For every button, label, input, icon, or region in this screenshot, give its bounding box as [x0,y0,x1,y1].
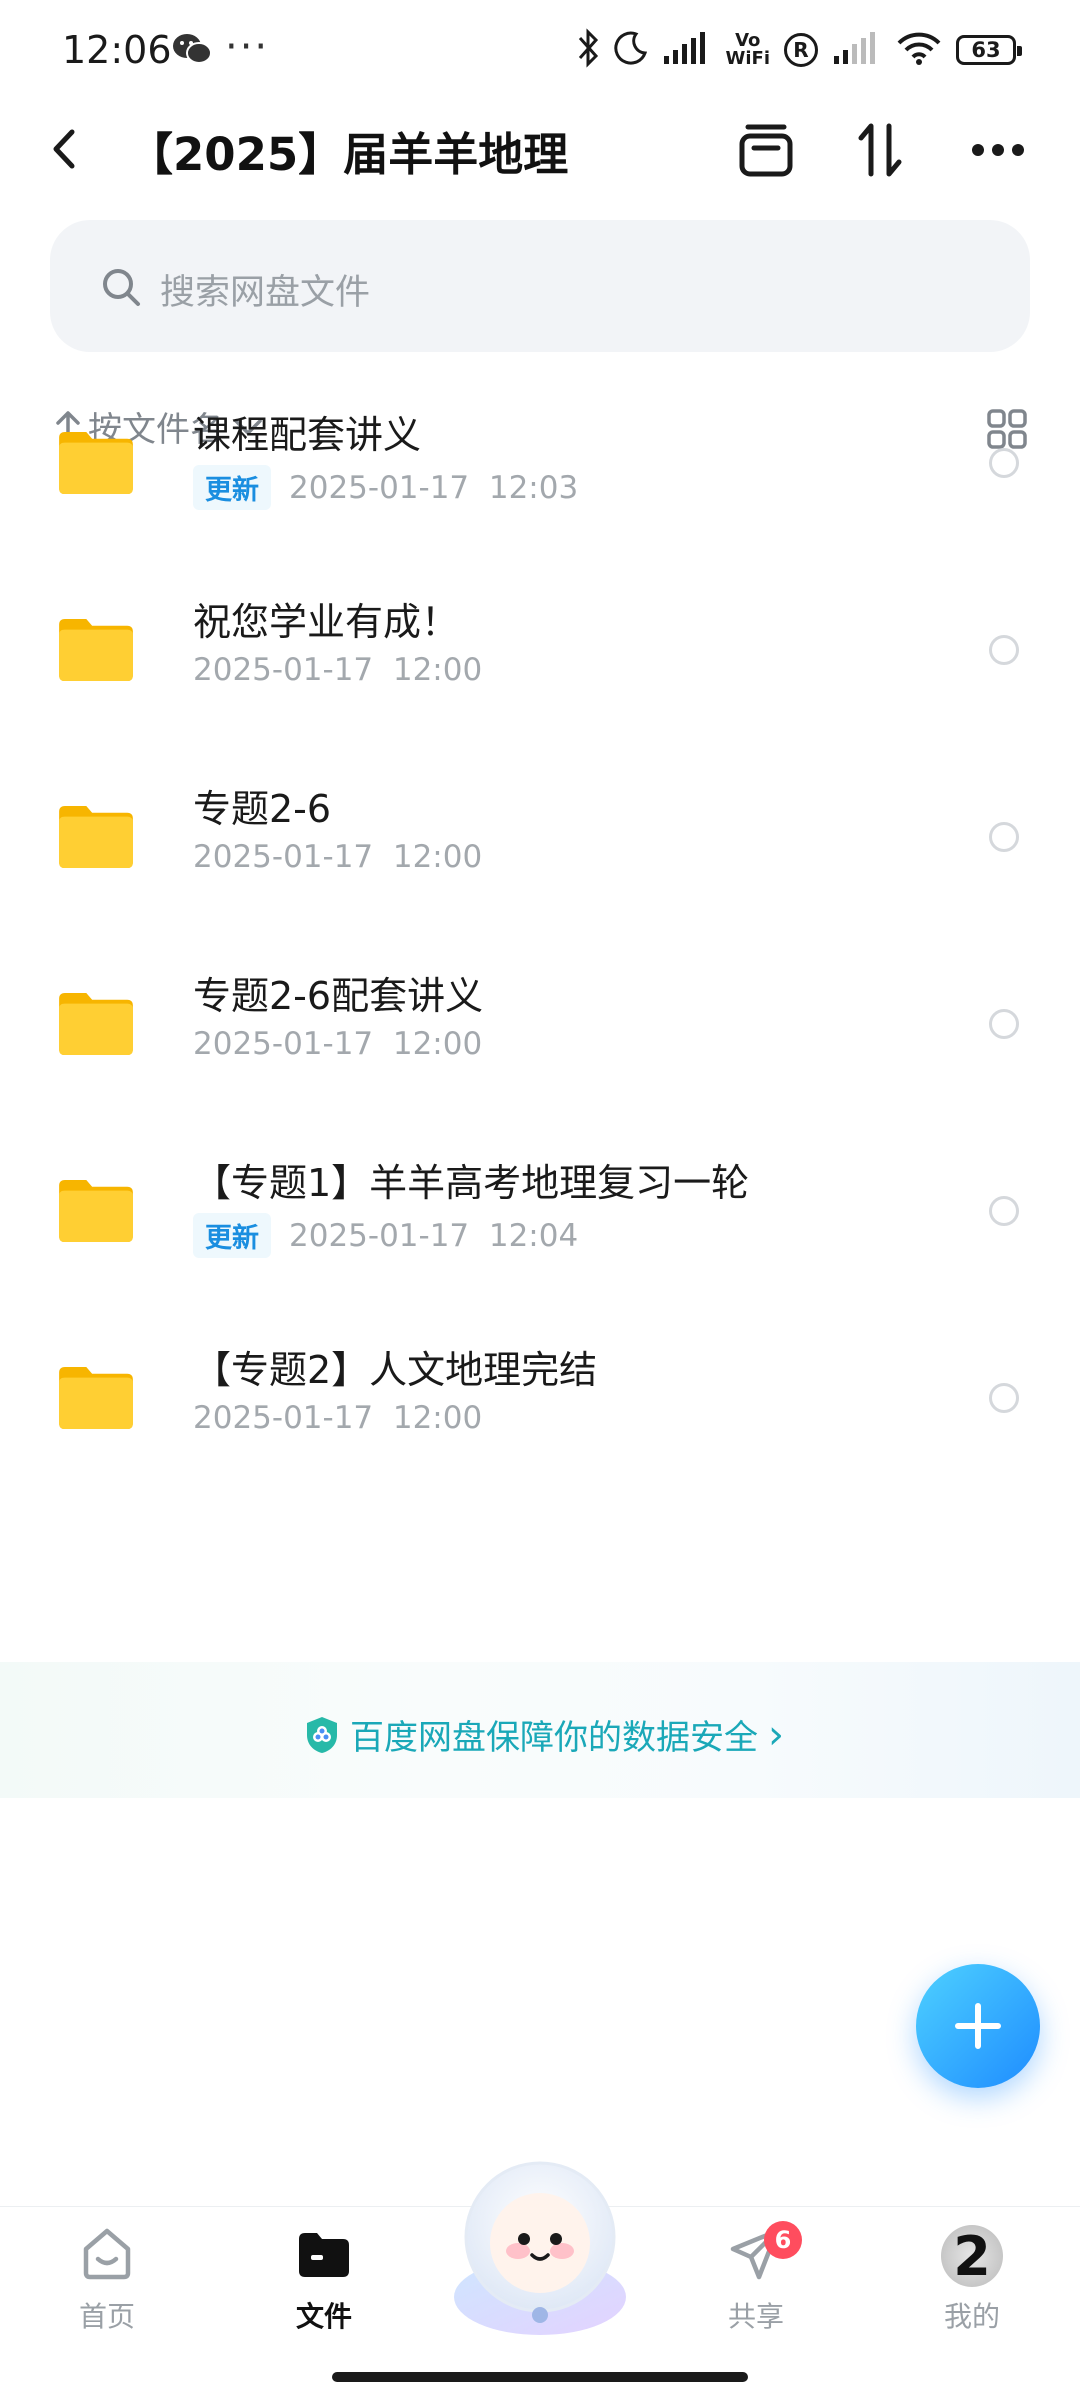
file-meta: 更新 2025-01-17 12:04 [193,1213,578,1258]
file-meta: 更新 2025-01-17 12:03 [193,465,578,510]
file-name: 课程配套讲义 [193,413,422,457]
nav-label-home: 首页 [78,2300,135,2333]
folder-icon [59,1366,133,1430]
file-date: 2025-01-17 12:00 [193,839,483,875]
file-row[interactable]: 【专题1】羊羊高考地理复习一轮 更新 2025-01-17 12:04 [0,1118,1080,1304]
more-icon[interactable] [966,118,1030,182]
security-banner-text: 百度网盘保障你的数据安全 [350,1718,758,1758]
shield-icon [307,1716,337,1753]
search-icon [100,266,142,312]
file-name: 【专题2】人文地理完结 [193,1348,598,1392]
search-placeholder: 搜索网盘文件 [160,273,371,313]
file-meta: 2025-01-17 12:00 [193,1026,482,1062]
folder-icon [59,431,133,495]
file-date: 2025-01-17 12:00 [193,1026,483,1062]
nav-item-mine[interactable]: 2 我的 [892,2225,1052,2335]
update-badge: 更新 [193,1213,271,1258]
back-icon[interactable] [44,124,84,174]
file-name: 专题2-6配套讲义 [193,974,484,1018]
moon-icon [613,31,648,69]
status-more: ··· [225,24,270,70]
nav-item-share[interactable]: 6 共享 [676,2221,836,2335]
file-name: 祝您学业有成！ [193,600,460,644]
nav-label-files: 文件 [295,2300,352,2333]
file-row[interactable]: 课程配套讲义 更新 2025-01-17 12:03 [0,370,1080,556]
home-icon [83,2228,131,2280]
share-badge: 6 [764,2221,802,2259]
file-row[interactable]: 祝您学业有成！ 2025-01-17 12:00 [0,557,1080,743]
status-right-group: Vo WiFi R 63 [576,28,1022,72]
folder-icon [59,992,133,1056]
update-badge: 更新 [193,465,271,510]
wechat-icon [172,32,212,70]
file-name: 专题2-6 [193,787,332,831]
nav-label-mine: 我的 [943,2300,1000,2333]
plus-icon [955,2003,1001,2049]
nav-item-home[interactable]: 首页 [27,2225,187,2335]
battery-indicator: 63 [956,35,1022,65]
status-bar: 12:06 ··· Vo WiFi R 63 [0,0,1080,100]
vowifi-wifi: WiFi [725,48,771,69]
status-time: 12:06 [62,28,172,72]
nav-label-share: 共享 [727,2300,784,2333]
select-checkbox[interactable] [989,822,1019,852]
select-checkbox[interactable] [989,1383,1019,1413]
signal-icon [662,32,712,68]
home-indicator[interactable] [332,2372,748,2382]
file-row[interactable]: 【专题2】人文地理完结 2025-01-17 12:00 [0,1305,1080,1491]
file-name: 【专题1】羊羊高考地理复习一轮 [193,1161,750,1205]
select-checkbox[interactable] [989,1196,1019,1226]
file-meta: 2025-01-17 12:00 [193,652,482,688]
select-checkbox[interactable] [989,1009,1019,1039]
avatar-icon: 2 [941,2225,1003,2288]
folder-icon [59,1179,133,1243]
nav-item-files[interactable]: 文件 [244,2225,404,2335]
file-date: 2025-01-17 12:00 [193,1400,483,1436]
file-date: 2025-01-17 12:00 [193,652,483,688]
wifi-icon [896,31,942,69]
file-meta: 2025-01-17 12:00 [193,1400,482,1436]
registered-icon: R [784,33,818,67]
folder-icon [59,805,133,869]
page-title: 【2025】届羊羊地理 [128,128,569,181]
mascot-icon[interactable] [438,2147,642,2337]
signal-2-icon [832,32,882,68]
vowifi-indicator: Vo WiFi [726,32,771,68]
file-date: 2025-01-17 12:03 [289,469,579,506]
transfer-icon[interactable] [848,118,912,182]
add-button[interactable] [916,1964,1040,2088]
file-row[interactable]: 专题2-6配套讲义 2025-01-17 12:00 [0,931,1080,1117]
select-checkbox[interactable] [989,448,1019,478]
security-banner-link[interactable]: 百度网盘保障你的数据安全 › [304,1710,784,1759]
archive-icon[interactable] [734,118,798,182]
chevron-right-icon: › [768,1711,784,1758]
file-date: 2025-01-17 12:04 [289,1217,579,1254]
file-row[interactable]: 专题2-6 2025-01-17 12:00 [0,744,1080,930]
select-checkbox[interactable] [989,635,1019,665]
file-meta: 2025-01-17 12:00 [193,839,482,875]
bluetooth-icon [576,28,600,72]
folder-icon [59,618,133,682]
folder-icon [299,2233,349,2277]
